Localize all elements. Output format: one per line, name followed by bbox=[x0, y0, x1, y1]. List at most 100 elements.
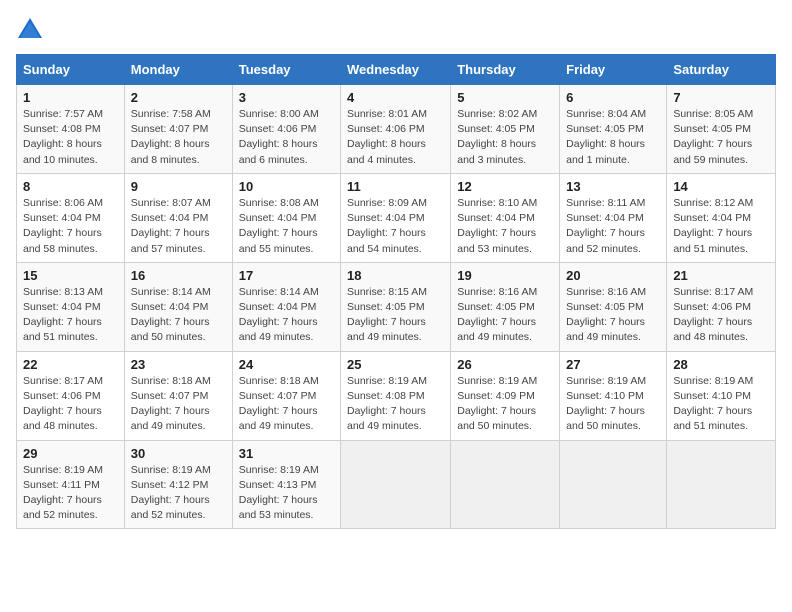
day-number: 9 bbox=[131, 179, 226, 194]
day-detail: Sunrise: 8:18 AMSunset: 4:07 PMDaylight:… bbox=[131, 374, 226, 435]
day-detail: Sunrise: 8:10 AMSunset: 4:04 PMDaylight:… bbox=[457, 196, 553, 257]
day-detail: Sunrise: 8:08 AMSunset: 4:04 PMDaylight:… bbox=[239, 196, 334, 257]
day-detail: Sunrise: 8:15 AMSunset: 4:05 PMDaylight:… bbox=[347, 285, 444, 346]
day-detail: Sunrise: 8:16 AMSunset: 4:05 PMDaylight:… bbox=[457, 285, 553, 346]
day-number: 26 bbox=[457, 357, 553, 372]
calendar-day-cell bbox=[560, 440, 667, 529]
calendar-day-cell: 19 Sunrise: 8:16 AMSunset: 4:05 PMDayligh… bbox=[451, 262, 560, 351]
day-detail: Sunrise: 8:07 AMSunset: 4:04 PMDaylight:… bbox=[131, 196, 226, 257]
day-number: 3 bbox=[239, 90, 334, 105]
calendar-day-cell: 20 Sunrise: 8:16 AMSunset: 4:05 PMDayligh… bbox=[560, 262, 667, 351]
calendar-day-cell: 4 Sunrise: 8:01 AMSunset: 4:06 PMDaylight… bbox=[341, 85, 451, 174]
calendar-day-cell: 21 Sunrise: 8:17 AMSunset: 4:06 PMDayligh… bbox=[667, 262, 776, 351]
calendar-day-cell: 8Sunrise: 8:06 AMSunset: 4:04 PMDaylight… bbox=[17, 173, 125, 262]
calendar-day-cell: 13 Sunrise: 8:11 AMSunset: 4:04 PMDayligh… bbox=[560, 173, 667, 262]
logo-icon bbox=[16, 16, 44, 44]
calendar-week-row: 8Sunrise: 8:06 AMSunset: 4:04 PMDaylight… bbox=[17, 173, 776, 262]
day-detail: Sunrise: 8:19 AMSunset: 4:08 PMDaylight:… bbox=[347, 374, 444, 435]
day-detail: Sunrise: 8:16 AMSunset: 4:05 PMDaylight:… bbox=[566, 285, 660, 346]
day-detail: Sunrise: 8:17 AMSunset: 4:06 PMDaylight:… bbox=[673, 285, 769, 346]
calendar-day-cell: 31 Sunrise: 8:19 AMSunset: 4:13 PMDayligh… bbox=[232, 440, 340, 529]
weekday-header-tuesday: Tuesday bbox=[232, 55, 340, 85]
calendar-table: SundayMondayTuesdayWednesdayThursdayFrid… bbox=[16, 54, 776, 529]
calendar-day-cell: 6 Sunrise: 8:04 AMSunset: 4:05 PMDaylight… bbox=[560, 85, 667, 174]
day-number: 21 bbox=[673, 268, 769, 283]
day-detail: Sunrise: 8:18 AMSunset: 4:07 PMDaylight:… bbox=[239, 374, 334, 435]
day-detail: Sunrise: 8:19 AMSunset: 4:11 PMDaylight:… bbox=[23, 463, 118, 524]
day-detail: Sunrise: 8:11 AMSunset: 4:04 PMDaylight:… bbox=[566, 196, 660, 257]
day-number: 20 bbox=[566, 268, 660, 283]
calendar-week-row: 15Sunrise: 8:13 AMSunset: 4:04 PMDayligh… bbox=[17, 262, 776, 351]
day-detail: Sunrise: 8:19 AMSunset: 4:09 PMDaylight:… bbox=[457, 374, 553, 435]
weekday-header-wednesday: Wednesday bbox=[341, 55, 451, 85]
calendar-day-cell: 9 Sunrise: 8:07 AMSunset: 4:04 PMDaylight… bbox=[124, 173, 232, 262]
calendar-day-cell bbox=[667, 440, 776, 529]
day-number: 18 bbox=[347, 268, 444, 283]
calendar-day-cell: 24 Sunrise: 8:18 AMSunset: 4:07 PMDayligh… bbox=[232, 351, 340, 440]
day-detail: Sunrise: 8:02 AMSunset: 4:05 PMDaylight:… bbox=[457, 107, 553, 168]
day-number: 4 bbox=[347, 90, 444, 105]
calendar-day-cell: 3 Sunrise: 8:00 AMSunset: 4:06 PMDaylight… bbox=[232, 85, 340, 174]
day-number: 31 bbox=[239, 446, 334, 461]
day-detail: Sunrise: 8:06 AMSunset: 4:04 PMDaylight:… bbox=[23, 196, 118, 257]
logo bbox=[16, 16, 48, 44]
calendar-day-cell bbox=[341, 440, 451, 529]
day-number: 5 bbox=[457, 90, 553, 105]
calendar-day-cell: 11 Sunrise: 8:09 AMSunset: 4:04 PMDayligh… bbox=[341, 173, 451, 262]
day-detail: Sunrise: 8:19 AMSunset: 4:12 PMDaylight:… bbox=[131, 463, 226, 524]
day-number: 30 bbox=[131, 446, 226, 461]
calendar-day-cell: 30 Sunrise: 8:19 AMSunset: 4:12 PMDayligh… bbox=[124, 440, 232, 529]
weekday-header-friday: Friday bbox=[560, 55, 667, 85]
day-number: 2 bbox=[131, 90, 226, 105]
day-detail: Sunrise: 7:57 AMSunset: 4:08 PMDaylight:… bbox=[23, 107, 118, 168]
day-detail: Sunrise: 8:12 AMSunset: 4:04 PMDaylight:… bbox=[673, 196, 769, 257]
day-detail: Sunrise: 8:01 AMSunset: 4:06 PMDaylight:… bbox=[347, 107, 444, 168]
day-number: 6 bbox=[566, 90, 660, 105]
calendar-day-cell: 28Sunrise: 8:19 AMSunset: 4:10 PMDayligh… bbox=[667, 351, 776, 440]
day-detail: Sunrise: 8:04 AMSunset: 4:05 PMDaylight:… bbox=[566, 107, 660, 168]
calendar-week-row: 1 Sunrise: 7:57 AMSunset: 4:08 PMDaylight… bbox=[17, 85, 776, 174]
calendar-day-cell: 16Sunrise: 8:14 AMSunset: 4:04 PMDayligh… bbox=[124, 262, 232, 351]
calendar-day-cell: 1 Sunrise: 7:57 AMSunset: 4:08 PMDaylight… bbox=[17, 85, 125, 174]
weekday-header-thursday: Thursday bbox=[451, 55, 560, 85]
calendar-day-cell: 22Sunrise: 8:17 AMSunset: 4:06 PMDayligh… bbox=[17, 351, 125, 440]
day-number: 7 bbox=[673, 90, 769, 105]
day-detail: Sunrise: 8:19 AMSunset: 4:10 PMDaylight:… bbox=[566, 374, 660, 435]
calendar-day-cell: 10 Sunrise: 8:08 AMSunset: 4:04 PMDayligh… bbox=[232, 173, 340, 262]
calendar-day-cell: 14 Sunrise: 8:12 AMSunset: 4:04 PMDayligh… bbox=[667, 173, 776, 262]
day-detail: Sunrise: 8:14 AMSunset: 4:04 PMDaylight:… bbox=[131, 285, 226, 346]
day-number: 13 bbox=[566, 179, 660, 194]
day-detail: Sunrise: 8:14 AMSunset: 4:04 PMDaylight:… bbox=[239, 285, 334, 346]
weekday-header-sunday: Sunday bbox=[17, 55, 125, 85]
calendar-day-cell: 5 Sunrise: 8:02 AMSunset: 4:05 PMDaylight… bbox=[451, 85, 560, 174]
calendar-day-cell bbox=[451, 440, 560, 529]
weekday-header-saturday: Saturday bbox=[667, 55, 776, 85]
calendar-day-cell: 26 Sunrise: 8:19 AMSunset: 4:09 PMDayligh… bbox=[451, 351, 560, 440]
day-number: 19 bbox=[457, 268, 553, 283]
day-detail: Sunrise: 8:09 AMSunset: 4:04 PMDaylight:… bbox=[347, 196, 444, 257]
calendar-day-cell: 29Sunrise: 8:19 AMSunset: 4:11 PMDayligh… bbox=[17, 440, 125, 529]
day-number: 28 bbox=[673, 357, 769, 372]
day-detail: Sunrise: 8:00 AMSunset: 4:06 PMDaylight:… bbox=[239, 107, 334, 168]
calendar-day-cell: 12Sunrise: 8:10 AMSunset: 4:04 PMDayligh… bbox=[451, 173, 560, 262]
day-number: 22 bbox=[23, 357, 118, 372]
day-detail: Sunrise: 8:13 AMSunset: 4:04 PMDaylight:… bbox=[23, 285, 118, 346]
calendar-day-cell: 18 Sunrise: 8:15 AMSunset: 4:05 PMDayligh… bbox=[341, 262, 451, 351]
day-number: 14 bbox=[673, 179, 769, 194]
page-header bbox=[16, 16, 776, 44]
calendar-week-row: 22Sunrise: 8:17 AMSunset: 4:06 PMDayligh… bbox=[17, 351, 776, 440]
day-number: 1 bbox=[23, 90, 118, 105]
calendar-day-cell: 25Sunrise: 8:19 AMSunset: 4:08 PMDayligh… bbox=[341, 351, 451, 440]
calendar-day-cell: 2Sunrise: 7:58 AMSunset: 4:07 PMDaylight… bbox=[124, 85, 232, 174]
day-number: 24 bbox=[239, 357, 334, 372]
day-detail: Sunrise: 8:05 AMSunset: 4:05 PMDaylight:… bbox=[673, 107, 769, 168]
calendar-day-cell: 15Sunrise: 8:13 AMSunset: 4:04 PMDayligh… bbox=[17, 262, 125, 351]
day-number: 27 bbox=[566, 357, 660, 372]
weekday-header-monday: Monday bbox=[124, 55, 232, 85]
calendar-week-row: 29Sunrise: 8:19 AMSunset: 4:11 PMDayligh… bbox=[17, 440, 776, 529]
day-detail: Sunrise: 8:19 AMSunset: 4:13 PMDaylight:… bbox=[239, 463, 334, 524]
calendar-day-cell: 27 Sunrise: 8:19 AMSunset: 4:10 PMDayligh… bbox=[560, 351, 667, 440]
day-number: 10 bbox=[239, 179, 334, 194]
day-number: 17 bbox=[239, 268, 334, 283]
day-number: 11 bbox=[347, 179, 444, 194]
